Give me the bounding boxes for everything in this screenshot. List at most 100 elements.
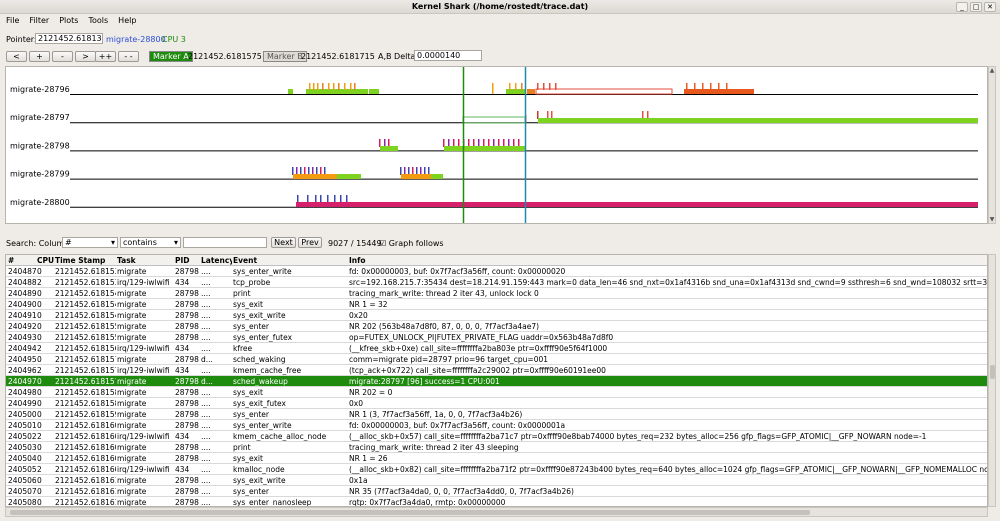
cell-event: sched_waking [233, 355, 286, 364]
table-row[interactable]: 240494 2 2121452.618156 irq/129-iwlwifi 434.… [6, 343, 987, 354]
search-op-select[interactable]: contains ▾ [120, 237, 181, 248]
table-row[interactable]: 240500 0 2121452.618159 migrate 28798.... sys… [6, 409, 987, 420]
cell-pid: 434 [175, 465, 190, 474]
table-row[interactable]: 240501 0 2121452.618160 migrate 28798.... sys… [6, 420, 987, 431]
cell-pid: 28798 [175, 498, 199, 507]
table-row[interactable]: 240491 0 2121452.618154 migrate 28798.... sys… [6, 310, 987, 321]
header-pid[interactable]: PID [175, 256, 200, 265]
zoom-in-button[interactable]: + [29, 51, 50, 62]
search-op-value: contains [123, 238, 157, 247]
cell-cpu: 0 [37, 388, 42, 397]
table-row[interactable]: 240490 0 2121452.618154 migrate 28798.... sys… [6, 299, 987, 310]
trace-graph-canvas[interactable]: migrate-28796 migrate-28797 migrate-28798 m… [6, 67, 988, 224]
cell-info: rqtp: 0x7f7acf3a4da0, rmtp: 0x00000000 [349, 498, 506, 507]
minimize-icon[interactable]: _ [956, 2, 968, 12]
cell-task: migrate [117, 410, 147, 419]
header-index[interactable]: # [8, 256, 36, 265]
table-scrollbar-thumb[interactable] [990, 365, 995, 379]
cell-timestamp: 2121452.618154 [55, 300, 116, 309]
cell-task: migrate [117, 476, 147, 485]
header-latency[interactable]: Latency [201, 256, 232, 265]
scroll-left-button[interactable]: < [6, 51, 27, 62]
cell-info: NR 1 = 26 [349, 454, 388, 463]
header-task[interactable]: Task [117, 256, 174, 265]
zoom-out-button[interactable]: - [52, 51, 73, 62]
header-event[interactable]: Event [233, 256, 347, 265]
cell-event: kmalloc_node [233, 465, 285, 474]
search-column-value: # [65, 238, 72, 247]
header-info[interactable]: Info [349, 256, 987, 265]
table-row[interactable]: 240502 2 2121452.618160 irq/129-iwlwifi 434.… [6, 431, 987, 442]
graph-follows-checkbox[interactable]: ☑ Graph follows [379, 239, 444, 248]
table-hscroll-thumb[interactable] [10, 510, 810, 515]
menu-tools[interactable]: Tools [82, 14, 112, 27]
cell-info: tracing_mark_write: thread 2 iter 43 sle… [349, 443, 519, 452]
cell-timestamp: 2121452.618153 [55, 267, 116, 276]
cell-index: 240490 [8, 300, 36, 309]
table-row[interactable]: 240508 0 2121452.618161 migrate 28798.... sys… [6, 497, 987, 507]
table-row[interactable]: 240496 2 2121452.618157 irq/129-iwlwifi 434.… [6, 365, 987, 376]
table-row[interactable]: 240495 0 2121452.618157 migrate 28798 d... sch… [6, 354, 987, 365]
cell-index: 240487 [8, 267, 36, 276]
cell-latency: d... [201, 355, 213, 364]
table-row[interactable]: 240504 0 2121452.618160 migrate 28798.... sys… [6, 453, 987, 464]
maximize-icon[interactable]: □ [970, 2, 982, 12]
table-row[interactable]: 240505 2 2121452.618160 irq/129-iwlwifi 434.… [6, 464, 987, 475]
plot-label-migrate-28797: migrate-28797 [10, 113, 70, 122]
close-icon[interactable]: ✕ [984, 2, 996, 12]
scroll-down-icon[interactable]: ▼ [989, 216, 995, 223]
cell-pid: 28798 [175, 487, 199, 496]
header-timestamp[interactable]: Time Stamp [55, 256, 116, 265]
table-horizontal-scrollbar[interactable] [5, 507, 988, 517]
table-row[interactable]: 240487 0 2121452.618153 migrate 28798.... sys… [6, 266, 987, 277]
cell-timestamp: 2121452.618160 [55, 465, 116, 474]
zoom-max-button[interactable]: ++ [95, 51, 116, 62]
table-row[interactable]: 240498 0 2121452.618158 migrate 28798.... sys… [6, 387, 987, 398]
cell-info: (tcp_ack+0x722) call_site=ffffffffa2c290… [349, 366, 606, 375]
cell-timestamp: 2121452.618157 [55, 377, 116, 386]
event-table[interactable]: # CPU Time Stamp Task PID Latency Event … [5, 254, 988, 507]
table-row[interactable]: 240488 2 2121452.618153 irq/129-iwlwifi 434.… [6, 277, 987, 288]
scroll-right-button[interactable]: > [75, 51, 96, 62]
zoom-min-button[interactable]: - - [118, 51, 139, 62]
menu-file[interactable]: File [0, 14, 23, 27]
cell-latency: .... [201, 465, 211, 474]
cell-timestamp: 2121452.618155 [55, 333, 116, 342]
menu-help[interactable]: Help [112, 14, 140, 27]
cell-pid: 28798 [175, 333, 199, 342]
marker-a-button[interactable]: Marker A [149, 51, 193, 62]
cell-timestamp: 2121452.618161 [55, 476, 116, 485]
search-input[interactable] [183, 237, 267, 248]
cell-index: 240507 [8, 487, 36, 496]
cell-event: sys_exit_futex [233, 399, 286, 408]
trace-graph[interactable]: migrate-28796 migrate-28797 migrate-28798 m… [5, 66, 988, 224]
search-next-button[interactable]: Next [271, 237, 296, 248]
menu-filter[interactable]: Filter [23, 14, 53, 27]
cell-latency: .... [201, 267, 211, 276]
table-row-selected[interactable]: 240497 0 2121452.618157 migrate 28798 d... sch… [6, 376, 987, 387]
cell-timestamp: 2121452.618155 [55, 322, 116, 331]
table-row[interactable]: 240506 0 2121452.618161 migrate 28798.... sys… [6, 475, 987, 486]
table-row[interactable]: 240492 0 2121452.618155 migrate 28798.... sys… [6, 321, 987, 332]
cell-task: migrate [117, 300, 147, 309]
table-row[interactable]: 240507 0 2121452.618161 migrate 28798.... sys… [6, 486, 987, 497]
search-column-select[interactable]: # ▾ [62, 237, 118, 248]
graph-follows-label: Graph follows [388, 239, 444, 248]
scroll-up-icon[interactable]: ▲ [989, 67, 995, 74]
cell-pid: 28798 [175, 355, 199, 364]
table-scrollbar[interactable] [988, 254, 996, 507]
search-prev-button[interactable]: Prev [298, 237, 322, 248]
cell-latency: d... [201, 377, 213, 386]
cell-timestamp: 2121452.618157 [55, 366, 116, 375]
table-row[interactable]: 240503 0 2121452.618160 migrate 28798.... pri… [6, 442, 987, 453]
menu-plots[interactable]: Plots [53, 14, 82, 27]
table-row[interactable]: 240493 0 2121452.618155 migrate 28798.... sys… [6, 332, 987, 343]
search-label: Search: Column [6, 239, 70, 248]
header-cpu[interactable]: CPU [37, 256, 54, 265]
cell-task: migrate [117, 421, 147, 430]
cell-pid: 28798 [175, 388, 199, 397]
table-row[interactable]: 240489 0 2121452.618154 migrate 28798.... pri… [6, 288, 987, 299]
cell-index: 240501 [8, 421, 36, 430]
table-row[interactable]: 240499 0 2121452.618158 migrate 28798.... sys… [6, 398, 987, 409]
graph-scrollbar[interactable]: ▲ ▼ [988, 66, 996, 224]
